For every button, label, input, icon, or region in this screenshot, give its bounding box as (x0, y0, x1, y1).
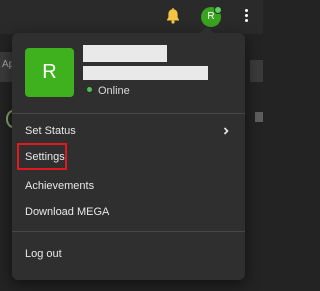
menu-divider (12, 113, 245, 114)
menu-item-label: Achievements (25, 180, 95, 192)
menu-item-label: Set Status (25, 125, 76, 137)
redacted-user-name (83, 45, 167, 62)
account-dropdown-menu: R Online Set Status Settings Achievement… (12, 25, 245, 280)
settings-highlight-box (17, 143, 67, 170)
status-dot-icon (87, 87, 92, 92)
menu-item-download-mega[interactable]: Download MEGA (12, 199, 245, 225)
kebab-icon[interactable] (243, 9, 249, 25)
menu-item-achievements[interactable]: Achievements (12, 173, 245, 199)
menu-item-set-status[interactable]: Set Status (12, 118, 245, 144)
menu-divider (12, 231, 245, 232)
chevron-right-icon (223, 127, 229, 135)
background-grid-icon (255, 112, 263, 122)
redacted-user-email (83, 66, 208, 80)
bell-icon[interactable] (164, 7, 182, 25)
status-indicator: Online (87, 84, 130, 98)
status-text: Online (98, 85, 130, 97)
menu-item-label: Log out (25, 248, 62, 260)
user-avatar-button[interactable]: R (201, 6, 222, 27)
profile-avatar-initial: R (42, 61, 57, 83)
online-status-dot (214, 6, 222, 14)
menu-item-label: Download MEGA (25, 206, 110, 218)
menu-item-log-out[interactable]: Log out (12, 241, 245, 267)
top-bar: R (0, 0, 263, 34)
profile-avatar: R (25, 48, 74, 97)
background-block (250, 60, 263, 82)
avatar-initial: R (207, 11, 215, 22)
